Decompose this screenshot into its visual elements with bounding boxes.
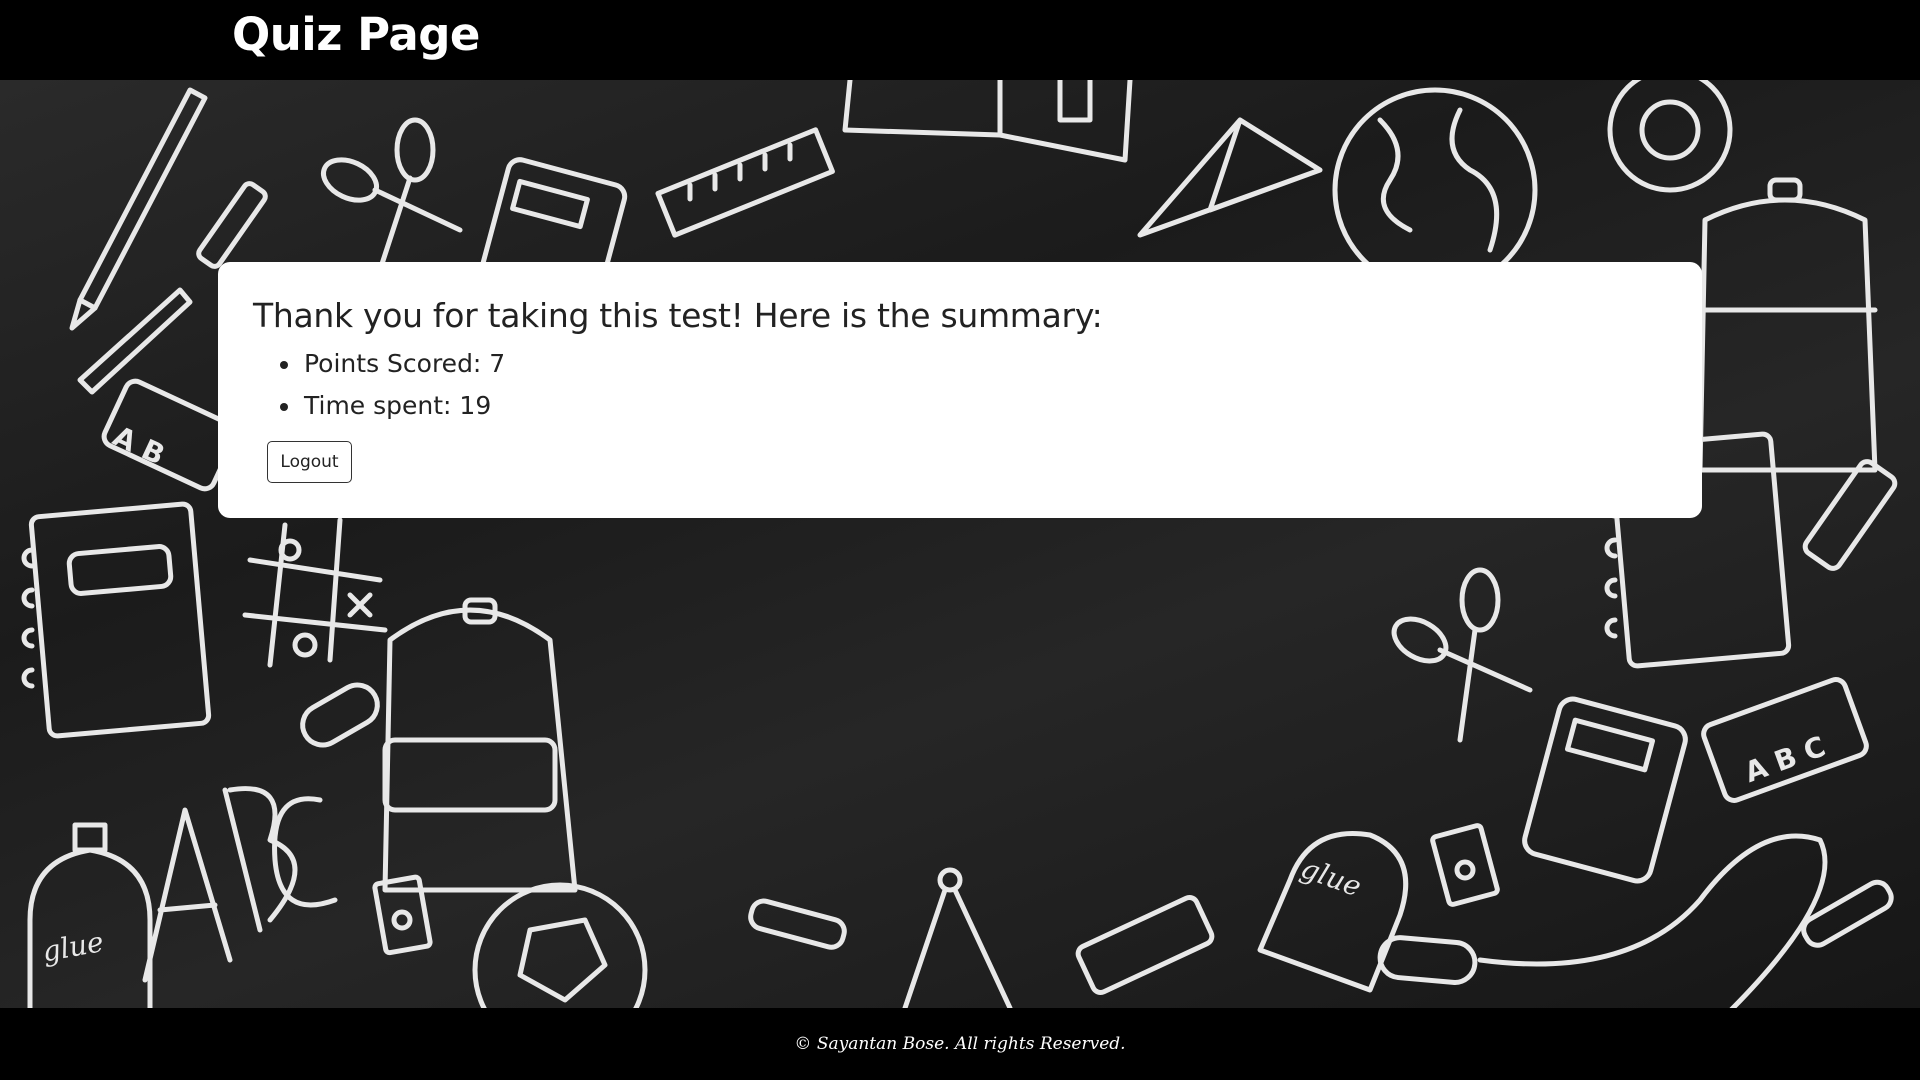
calculator-icon-2 (1522, 696, 1688, 884)
summary-card: Thank you for taking this test! Here is … (218, 262, 1702, 518)
eraser-icon-2 (300, 682, 380, 748)
backpack-icon-2 (382, 597, 578, 893)
time-spent-item: Time spent: 19 (302, 385, 1667, 427)
scissors-icon-2 (1391, 567, 1533, 743)
notebook-icon (21, 501, 212, 739)
summary-heading: Thank you for taking this test! Here is … (253, 296, 1103, 335)
tic-tac-toe-icon (242, 517, 388, 668)
points-scored-item: Points Scored: 7 (302, 343, 1667, 385)
paper-plane-icon (1137, 117, 1323, 238)
crayon-icon-2 (748, 898, 847, 950)
jump-rope-icon (1377, 833, 1828, 1008)
sharpener-icon-2 (1430, 823, 1500, 907)
eraser-icon-3 (1701, 677, 1869, 803)
logout-button[interactable]: Logout (267, 441, 352, 483)
highlighter-icon (1075, 895, 1215, 995)
footer: © Sayantan Bose. All rights Reserved. (0, 1008, 1920, 1080)
globe-icon (1332, 87, 1538, 293)
crayon-icon (196, 181, 268, 269)
scissors-icon (321, 117, 463, 273)
abc-letters-icon (142, 786, 338, 983)
school-doodles-illustration: A B A B C glue glue (21, 80, 1898, 1008)
backpack-icon (1697, 177, 1878, 473)
top-header: Quiz Page (0, 0, 1920, 80)
glue-lettering-2: glue (1297, 851, 1366, 903)
eraser-lettering: A B (108, 419, 170, 471)
footer-copyright: © Sayantan Bose. All rights Reserved. (794, 1034, 1126, 1054)
ball-icon (472, 882, 648, 1008)
page-title: Quiz Page (232, 8, 480, 61)
compass-icon (902, 867, 1013, 1008)
highlighter-icon-2 (1802, 459, 1898, 571)
tape-icon (1607, 80, 1733, 193)
glue-lettering: glue (40, 925, 106, 968)
ruler-icon (655, 127, 835, 238)
crayon-icon-3 (1801, 879, 1894, 948)
chalkboard-background: A B A B C glue glue (0, 80, 1920, 1008)
glue-icon (27, 822, 153, 1008)
book-icon (842, 80, 1133, 163)
summary-list: Points Scored: 7 Time spent: 19 (253, 343, 1667, 427)
